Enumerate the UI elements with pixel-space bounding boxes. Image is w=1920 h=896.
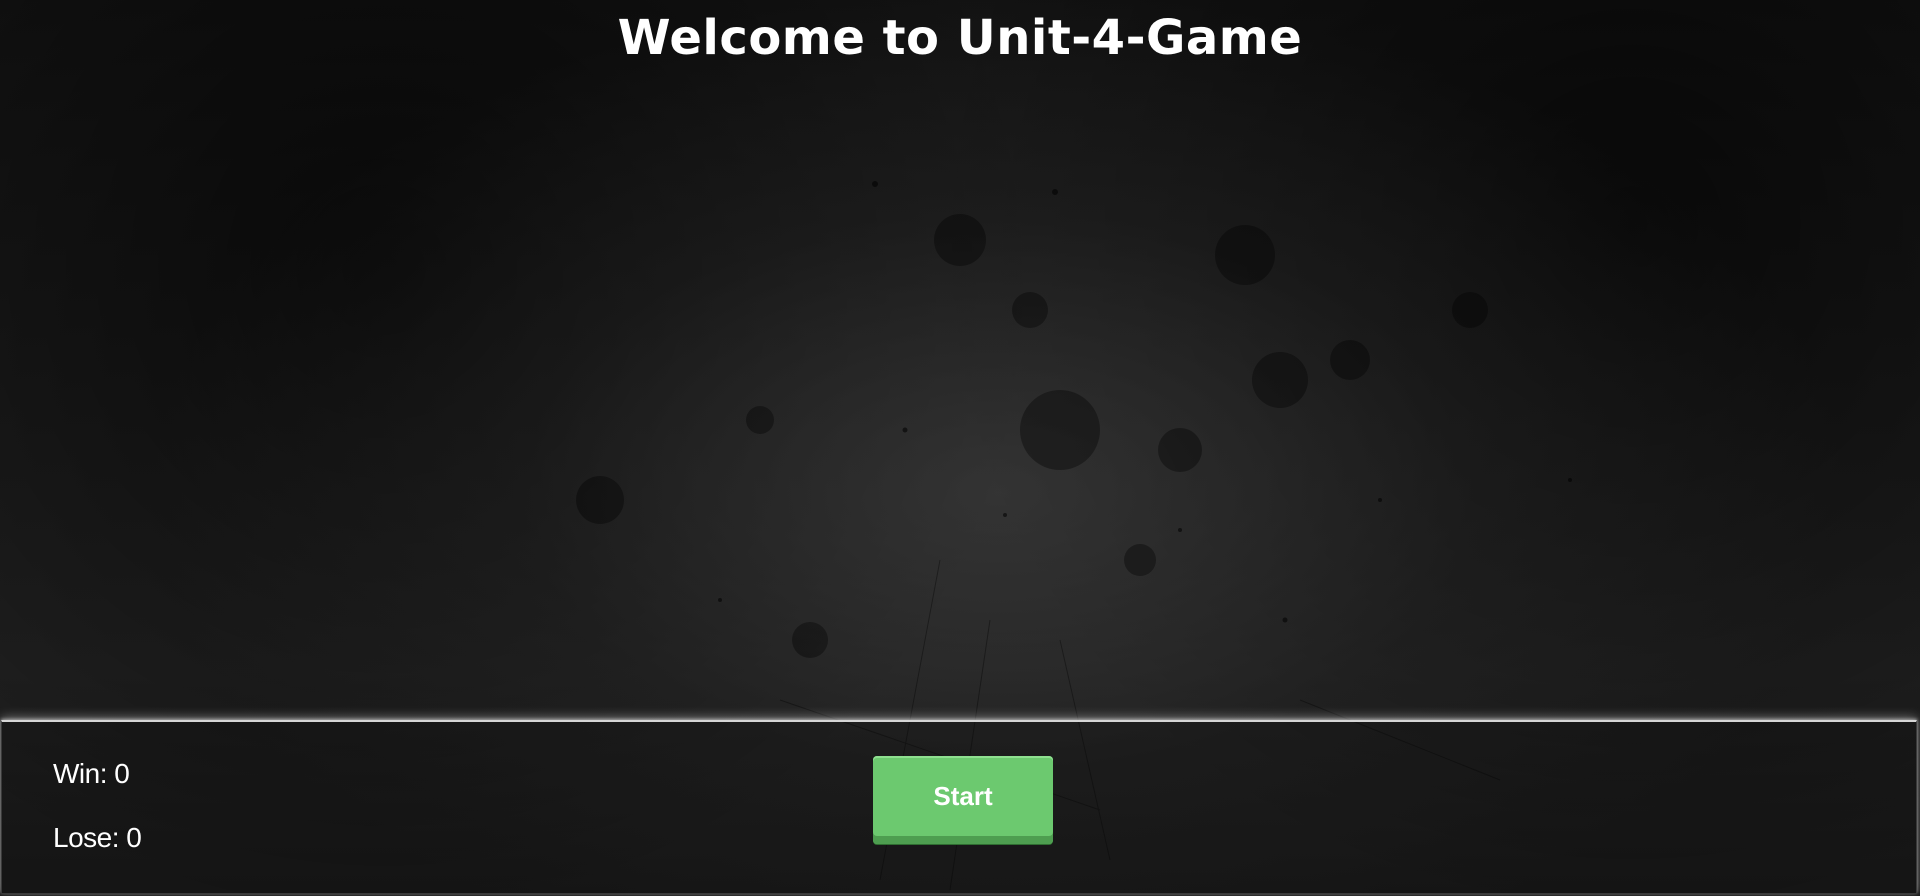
start-button[interactable]: Start [873, 756, 1053, 844]
lose-value: 0 [126, 822, 142, 853]
win-label: Win: [53, 758, 108, 789]
win-counter: Win: 0 [53, 756, 130, 792]
lose-label: Lose: [53, 822, 120, 853]
page-title: Welcome to Unit-4-Game [617, 10, 1303, 66]
lose-counter: Lose: 0 [53, 820, 142, 856]
win-value: 0 [114, 758, 130, 789]
